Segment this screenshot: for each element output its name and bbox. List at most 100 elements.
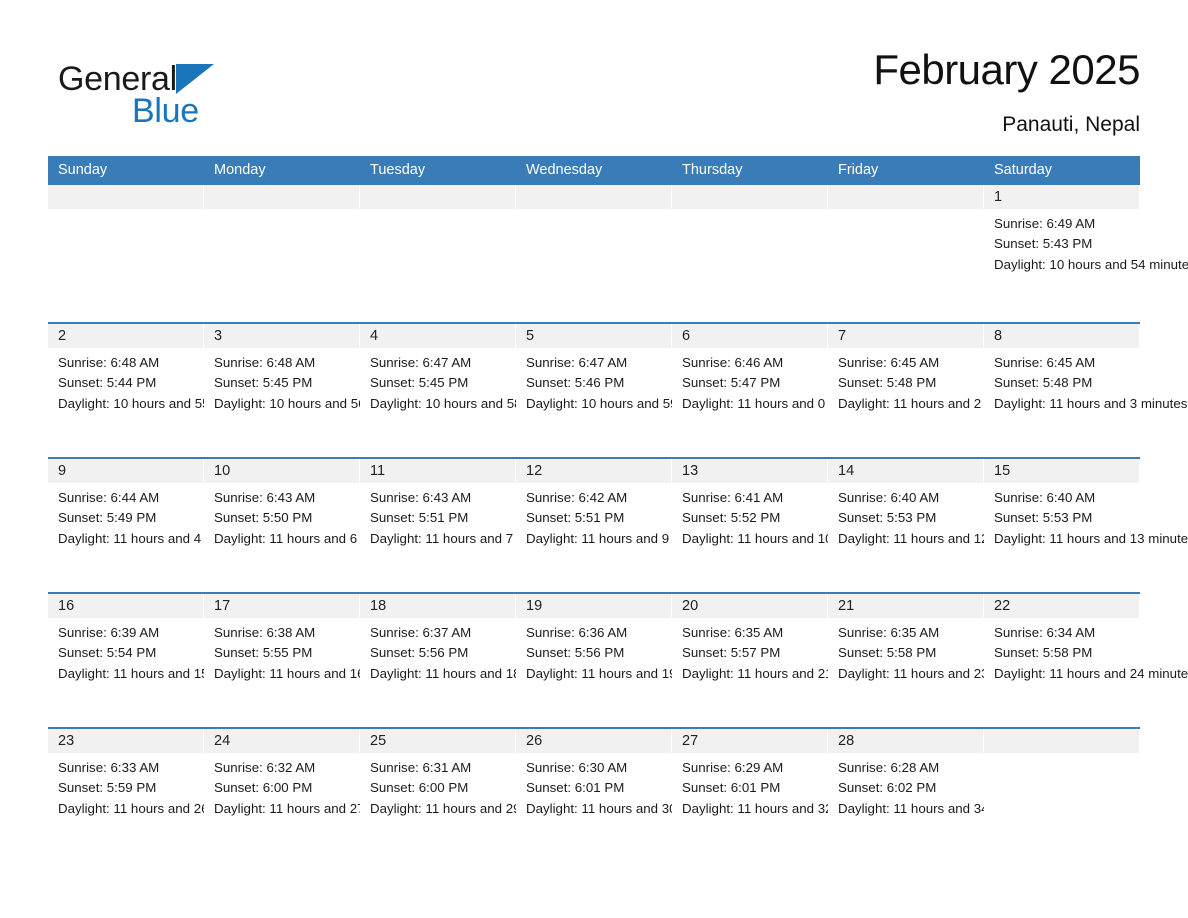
daylight-text: Daylight: 11 hours and 19 minutes. [526,665,731,681]
sunset-text: Sunset: 6:02 PM [838,780,937,796]
calendar-day-cell[interactable]: 18 Sunrise: 6:37 AM Sunset: 5:56 PM Dayligh… [360,594,575,727]
calendar-week-row: 9 Sunrise: 6:44 AM Sunset: 5:49 PM Daylight… [48,457,1188,592]
day-number: 13 [672,459,827,483]
sunrise-text: Sunrise: 6:40 AM [994,490,1096,505]
sunset-text: Sunset: 5:46 PM [526,375,625,391]
day-details: Sunrise: 6:28 AM Sunset: 6:02 PM Daylight:… [828,753,1043,819]
day-details: Sunrise: 6:36 AM Sunset: 5:56 PM Daylight:… [516,618,731,684]
daylight-text: Daylight: 11 hours and 13 minutes. [994,530,1188,546]
day-details: Sunrise: 6:39 AM Sunset: 5:54 PM Daylight:… [48,618,263,684]
sunrise-text: Sunrise: 6:35 AM [682,625,784,640]
sunset-text: Sunset: 5:48 PM [994,375,1093,391]
day-details: Sunrise: 6:35 AM Sunset: 5:58 PM Daylight:… [828,618,1043,684]
day-details: Sunrise: 6:33 AM Sunset: 5:59 PM Daylight:… [48,753,263,819]
brand-name-blue: Blue [132,92,199,130]
day-number: 14 [828,459,983,483]
calendar-day-cell[interactable]: 5 Sunrise: 6:47 AM Sunset: 5:46 PM Daylight… [516,324,732,457]
day-details: Sunrise: 6:37 AM Sunset: 5:56 PM Daylight:… [360,618,575,684]
calendar-day-cell[interactable]: 28 Sunrise: 6:28 AM Sunset: 6:02 PM Dayligh… [828,729,1043,862]
daylight-text: Daylight: 11 hours and 10 minutes. [682,530,887,546]
daylight-text: Daylight: 11 hours and 32 minutes. [682,800,887,816]
calendar-day-cell[interactable]: 21 Sunrise: 6:35 AM Sunset: 5:58 PM Dayligh… [828,594,1043,727]
weekday-header-saturday: Saturday [994,162,1053,178]
sunset-text: Sunset: 5:56 PM [370,645,469,661]
calendar-day-cell-empty [672,185,828,322]
sunrise-text: Sunrise: 6:42 AM [526,490,628,505]
sunset-text: Sunset: 5:44 PM [58,375,157,391]
calendar-day-cell[interactable]: 23 Sunrise: 6:33 AM Sunset: 5:59 PM Dayligh… [48,729,263,862]
sunset-text: Sunset: 5:55 PM [214,645,313,661]
day-number [204,185,359,209]
calendar-day-cell[interactable]: 4 Sunrise: 6:47 AM Sunset: 5:45 PM Daylight… [360,324,576,457]
calendar-week-row: 23 Sunrise: 6:33 AM Sunset: 5:59 PM Dayligh… [48,727,1140,862]
calendar-day-cell[interactable]: 20 Sunrise: 6:35 AM Sunset: 5:57 PM Dayligh… [672,594,887,727]
day-number: 26 [516,729,671,753]
day-details: Sunrise: 6:49 AM Sunset: 5:43 PM Daylight:… [984,209,1188,275]
day-number: 5 [516,324,671,348]
sunrise-text: Sunrise: 6:38 AM [214,625,316,640]
calendar-day-cell[interactable]: 10 Sunrise: 6:43 AM Sunset: 5:50 PM Dayligh… [204,459,411,592]
sunrise-text: Sunrise: 6:43 AM [370,490,472,505]
weekday-header-monday: Monday [214,162,266,178]
calendar-day-cell[interactable]: 13 Sunrise: 6:41 AM Sunset: 5:52 PM Dayligh… [672,459,887,592]
calendar-day-cell[interactable]: 17 Sunrise: 6:38 AM Sunset: 5:55 PM Dayligh… [204,594,419,727]
day-details: Sunrise: 6:48 AM Sunset: 5:44 PM Daylight:… [48,348,264,414]
sunset-text: Sunset: 5:43 PM [994,236,1093,252]
sunset-text: Sunset: 6:01 PM [682,780,781,796]
day-number [360,185,515,209]
brand-logo-top: General [58,56,278,96]
calendar-day-cell[interactable]: 8 Sunrise: 6:45 AM Sunset: 5:48 PM Daylight… [984,324,1188,457]
day-details: Sunrise: 6:35 AM Sunset: 5:57 PM Daylight:… [672,618,887,684]
calendar-day-cell[interactable]: 15 Sunrise: 6:40 AM Sunset: 5:53 PM Dayligh… [984,459,1188,592]
day-details: Sunrise: 6:29 AM Sunset: 6:01 PM Daylight:… [672,753,887,819]
calendar-day-cell[interactable]: 22 Sunrise: 6:34 AM Sunset: 5:58 PM Dayligh… [984,594,1188,727]
calendar-day-cell[interactable]: 7 Sunrise: 6:45 AM Sunset: 5:48 PM Daylight… [828,324,1035,457]
day-details: Sunrise: 6:32 AM Sunset: 6:00 PM Daylight:… [204,753,419,819]
weekday-header-row: Sunday Monday Tuesday Wednesday Thursday… [48,156,1140,185]
day-details: Sunrise: 6:40 AM Sunset: 5:53 PM Daylight:… [984,483,1188,549]
calendar-day-cell[interactable]: 2 Sunrise: 6:48 AM Sunset: 5:44 PM Daylight… [48,324,264,457]
weekday-header-friday: Friday [838,162,879,178]
daylight-text: Daylight: 11 hours and 26 minutes. [58,800,263,816]
calendar-day-cell[interactable]: 12 Sunrise: 6:42 AM Sunset: 5:51 PM Dayligh… [516,459,723,592]
sunrise-text: Sunrise: 6:43 AM [214,490,316,505]
daylight-text: Daylight: 11 hours and 0 minutes. [682,395,880,411]
day-number: 8 [984,324,1139,348]
calendar-day-cell[interactable]: 3 Sunrise: 6:48 AM Sunset: 5:45 PM Daylight… [204,324,420,457]
sunrise-text: Sunrise: 6:47 AM [370,355,472,370]
calendar-day-cell[interactable]: 14 Sunrise: 6:40 AM Sunset: 5:53 PM Dayligh… [828,459,1043,592]
sunset-text: Sunset: 5:45 PM [214,375,313,391]
day-number [672,185,827,209]
day-details: Sunrise: 6:48 AM Sunset: 5:45 PM Daylight:… [204,348,420,414]
calendar-day-cell[interactable]: 19 Sunrise: 6:36 AM Sunset: 5:56 PM Dayligh… [516,594,731,727]
day-number [516,185,671,209]
day-details: Sunrise: 6:30 AM Sunset: 6:01 PM Daylight:… [516,753,731,819]
day-details: Sunrise: 6:31 AM Sunset: 6:00 PM Daylight:… [360,753,575,819]
day-number: 28 [828,729,983,753]
day-number: 4 [360,324,515,348]
calendar-day-cell[interactable]: 11 Sunrise: 6:43 AM Sunset: 5:51 PM Dayligh… [360,459,567,592]
calendar-day-cell[interactable]: 26 Sunrise: 6:30 AM Sunset: 6:01 PM Dayligh… [516,729,731,862]
day-number [48,185,203,209]
day-number: 20 [672,594,827,618]
calendar-day-cell[interactable]: 24 Sunrise: 6:32 AM Sunset: 6:00 PM Dayligh… [204,729,419,862]
sunset-text: Sunset: 5:56 PM [526,645,625,661]
day-details: Sunrise: 6:38 AM Sunset: 5:55 PM Daylight:… [204,618,419,684]
sunrise-text: Sunrise: 6:45 AM [838,355,940,370]
day-number: 6 [672,324,827,348]
calendar-day-cell[interactable]: 25 Sunrise: 6:31 AM Sunset: 6:00 PM Dayligh… [360,729,575,862]
calendar-day-cell[interactable]: 6 Sunrise: 6:46 AM Sunset: 5:47 PM Daylight… [672,324,880,457]
calendar-day-cell[interactable]: 1 Sunrise: 6:49 AM Sunset: 5:43 PM Daylight… [984,185,1188,322]
calendar-grid: Sunday Monday Tuesday Wednesday Thursday… [48,156,1188,862]
calendar-day-cell[interactable]: 27 Sunrise: 6:29 AM Sunset: 6:01 PM Dayligh… [672,729,887,862]
brand-name-general: General [58,60,177,98]
day-number: 22 [984,594,1139,618]
calendar-day-cell-empty [360,185,516,322]
calendar-day-cell[interactable]: 9 Sunrise: 6:44 AM Sunset: 5:49 PM Daylight… [48,459,255,592]
calendar-day-cell-empty [516,185,672,322]
page-header: General Blue February 2025 Panauti, Nepa… [48,44,1140,156]
daylight-text: Daylight: 10 hours and 59 minutes. [526,395,732,411]
calendar-day-cell[interactable]: 16 Sunrise: 6:39 AM Sunset: 5:54 PM Dayligh… [48,594,263,727]
day-number: 2 [48,324,203,348]
sunrise-text: Sunrise: 6:41 AM [682,490,784,505]
